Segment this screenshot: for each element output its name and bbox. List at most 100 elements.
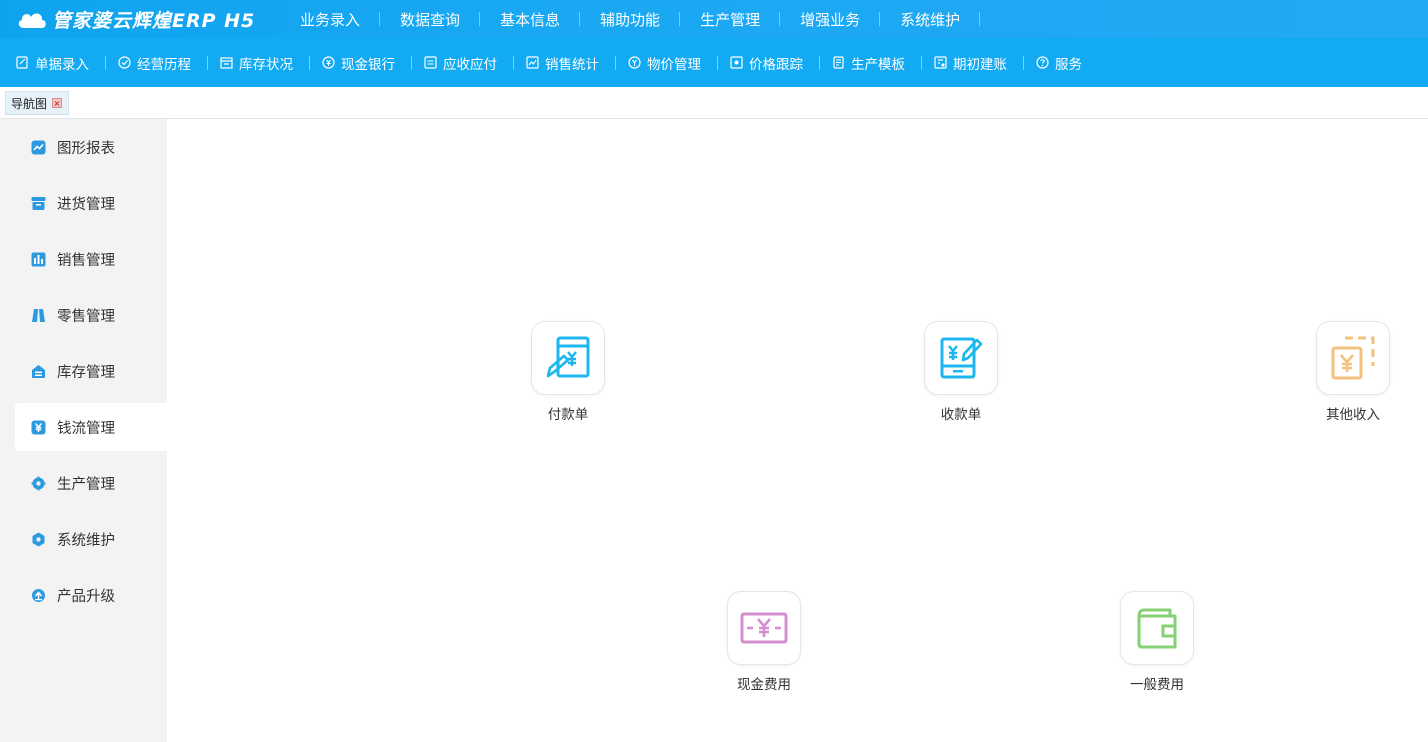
warehouse-icon	[220, 56, 233, 69]
toolbar-item-stock-status[interactable]: 库存状况	[212, 53, 305, 73]
receipt-voucher-icon	[940, 337, 983, 379]
sidebar-item-inventory[interactable]: 库存管理	[15, 347, 167, 395]
cloud-icon	[16, 8, 48, 30]
tile-label: 现金费用	[737, 677, 791, 693]
tile-label: 收款单	[940, 407, 982, 423]
toolbar-item-price-management[interactable]: 物价管理	[620, 53, 713, 73]
sidebar-item-purchase[interactable]: 进货管理	[15, 179, 167, 227]
hexagon-icon	[31, 532, 46, 547]
sidebar-item-label: 图形报表	[57, 140, 115, 157]
topnav-item-data-query[interactable]: 数据查询	[380, 9, 481, 30]
tile-label: 其他收入	[1326, 407, 1380, 423]
navigation-map: 付款单 收款单 其他收入 现金费用 一般费用	[167, 119, 1428, 742]
tile-icon-box	[1316, 321, 1390, 395]
toolbar-item-label: 单据录入	[35, 56, 89, 73]
topnav-item-auxiliary[interactable]: 辅助功能	[580, 9, 681, 30]
sidebar-item-label: 生产管理	[57, 476, 115, 493]
price-icon	[628, 56, 641, 69]
toolbar-divider	[819, 55, 820, 70]
sidebar-item-label: 销售管理	[57, 252, 115, 269]
toolbar-divider	[717, 55, 718, 70]
sidebar-item-graphic-reports[interactable]: 图形报表	[15, 123, 167, 171]
storage-icon	[31, 364, 46, 379]
sidebar-item-label: 系统维护	[57, 532, 115, 549]
sidebar-item-label: 进货管理	[57, 196, 115, 213]
top-nav: 业务录入 数据查询 基本信息 辅助功能 生产管理 增强业务 系统维护	[280, 0, 981, 38]
tile-icon-box	[1120, 591, 1194, 665]
toolbar-item-sales-stats[interactable]: 销售统计	[518, 53, 611, 73]
top-bar: 管家婆云辉煌ERP H5 业务录入 数据查询 基本信息 辅助功能 生产管理 增强…	[0, 0, 1428, 38]
chart-icon	[526, 56, 539, 69]
payment-voucher-icon	[546, 336, 590, 378]
upgrade-icon	[31, 588, 46, 603]
topnav-item-maintenance[interactable]: 系统维护	[880, 9, 981, 30]
toolbar-item-service[interactable]: 服务	[1028, 53, 1094, 73]
toolbar-item-label: 应收应付	[443, 56, 497, 73]
sidebar-item-sales[interactable]: 销售管理	[15, 235, 167, 283]
tracking-icon	[730, 56, 743, 69]
template-icon	[832, 56, 845, 69]
sidebar-item-label: 产品升级	[57, 588, 115, 605]
sidebar-item-cash-flow[interactable]: 钱流管理	[15, 403, 167, 451]
bar-chart-icon	[31, 252, 46, 267]
cash-expense-icon	[740, 612, 788, 644]
toolbar-divider	[411, 55, 412, 70]
topnav-item-business-entry[interactable]: 业务录入	[280, 9, 381, 30]
topnav-item-basic-info[interactable]: 基本信息	[480, 9, 581, 30]
tile-cash-expense[interactable]: 现金费用	[714, 591, 814, 693]
sidebar-item-label: 库存管理	[57, 364, 115, 381]
app-logo[interactable]: 管家婆云辉煌ERP H5	[0, 0, 260, 38]
toolbar-divider	[921, 55, 922, 70]
box-icon	[31, 196, 46, 211]
toolbar-item-label: 经营历程	[137, 56, 191, 73]
toolbar-item-opening-accounts[interactable]: 期初建账	[926, 53, 1019, 73]
toolbar-item-document-entry[interactable]: 单据录入	[8, 53, 101, 73]
topnav-item-enhanced[interactable]: 增强业务	[780, 9, 881, 30]
tile-general-expense[interactable]: 一般费用	[1107, 591, 1207, 693]
sidebar-item-retail[interactable]: 零售管理	[15, 291, 167, 339]
tile-icon-box	[924, 321, 998, 395]
toolbar-item-label: 服务	[1055, 56, 1082, 73]
toolbar-item-label: 价格跟踪	[749, 56, 803, 73]
toolbar-divider	[615, 55, 616, 70]
close-icon[interactable]	[52, 98, 63, 108]
toolbar-item-price-tracking[interactable]: 价格跟踪	[722, 53, 815, 73]
tile-label: 一般费用	[1130, 677, 1184, 693]
toolbar-item-cash-bank[interactable]: 现金银行	[314, 53, 407, 73]
sidebar-item-system-maintenance[interactable]: 系统维护	[15, 515, 167, 563]
quick-toolbar: 单据录入 经营历程 库存状况 现金银行 应收应付 销售统计 物价管理 价格跟踪 …	[0, 38, 1428, 87]
toolbar-divider	[105, 55, 106, 70]
exchange-icon	[424, 56, 437, 69]
tile-icon-box	[531, 321, 605, 395]
toolbar-item-label: 期初建账	[953, 56, 1007, 73]
yen-circle-icon	[322, 56, 335, 69]
toolbar-divider	[207, 55, 208, 70]
toolbar-divider	[309, 55, 310, 70]
toolbar-item-receivable-payable[interactable]: 应收应付	[416, 53, 509, 73]
edit-doc-icon	[16, 56, 29, 69]
toolbar-divider	[1023, 55, 1024, 70]
other-income-icon	[1331, 336, 1375, 380]
tile-other-income[interactable]: 其他收入	[1303, 321, 1403, 423]
sidebar: 图形报表 进货管理 销售管理 零售管理 库存管理 钱流管理 生产管理 系统维护 …	[0, 119, 167, 742]
tile-label: 付款单	[547, 407, 589, 423]
tile-payment-voucher[interactable]: 付款单	[518, 321, 618, 423]
toolbar-item-business-history[interactable]: 经营历程	[110, 53, 203, 73]
tab-label: 导航图	[11, 96, 48, 111]
sidebar-item-label: 钱流管理	[57, 420, 115, 437]
help-icon	[1036, 56, 1049, 69]
topnav-item-production[interactable]: 生产管理	[680, 9, 781, 30]
tile-receipt-voucher[interactable]: 收款单	[911, 321, 1011, 423]
gear-icon	[31, 476, 46, 491]
shopping-bag-icon	[31, 308, 46, 323]
ledger-icon	[934, 56, 947, 69]
app-title: 管家婆云辉煌ERP H5	[52, 9, 256, 32]
sidebar-item-product-upgrade[interactable]: 产品升级	[15, 571, 167, 619]
toolbar-divider	[513, 55, 514, 70]
sidebar-item-production[interactable]: 生产管理	[15, 459, 167, 507]
toolbar-item-production-template[interactable]: 生产模板	[824, 53, 917, 73]
tab-navigation-map[interactable]: 导航图	[5, 91, 70, 115]
tile-icon-box	[727, 591, 801, 665]
toolbar-item-label: 销售统计	[545, 56, 599, 73]
general-expense-icon	[1137, 608, 1177, 649]
